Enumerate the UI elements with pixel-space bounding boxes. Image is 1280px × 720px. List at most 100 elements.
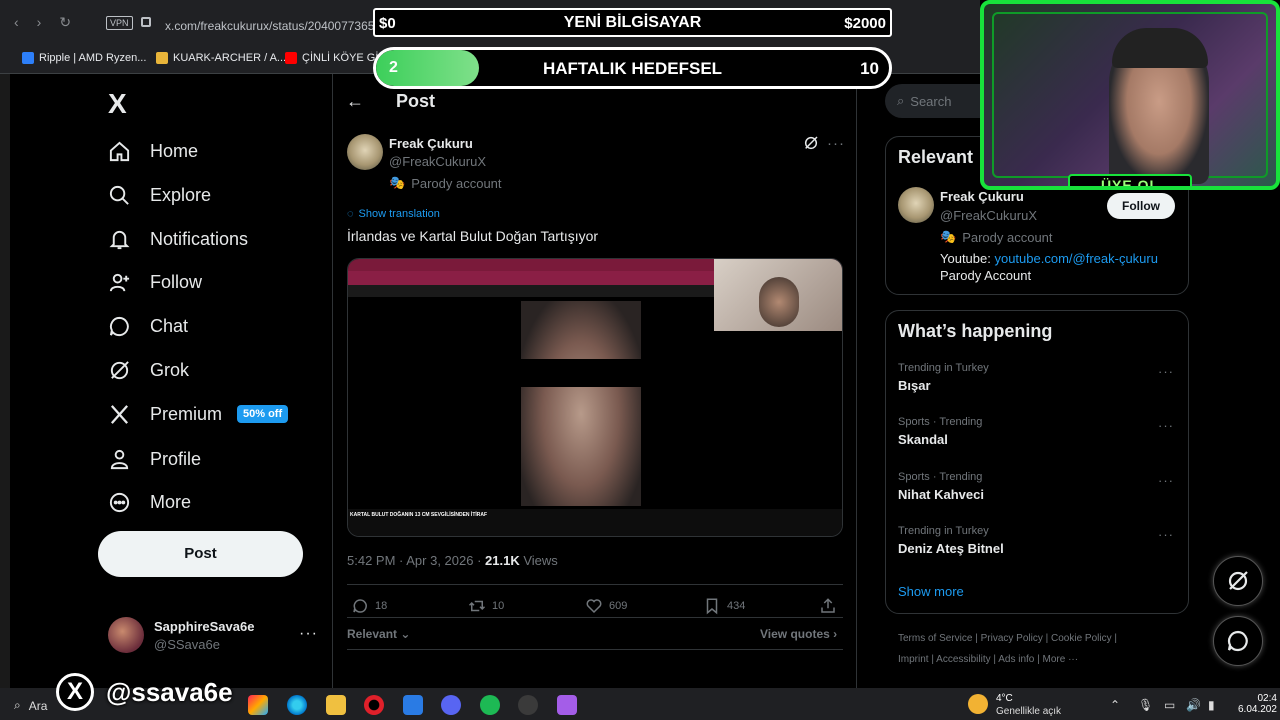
relevant-name[interactable]: Freak Çukuru [940,189,1024,204]
account-more-icon[interactable]: ··· [299,625,318,643]
streamer-watermark: X @ssava6e [56,673,233,711]
view-quotes-link[interactable]: View quotes › [760,627,837,641]
discord-icon[interactable] [441,695,461,715]
footer-links[interactable]: Terms of Service | Privacy Policy | Cook… [898,633,1117,644]
author-avatar[interactable] [347,134,383,170]
post-button[interactable]: Post [98,531,303,577]
lock-icon[interactable] [141,17,151,27]
trend-item[interactable]: Trending in Turkey Bışar [898,362,989,393]
trend-more-icon[interactable]: ··· [1158,418,1174,433]
webcam-overlay: ÜYE OL [980,0,1280,190]
footer-links[interactable]: Imprint | Accessibility | Ads info | Mor… [898,654,1078,665]
reply-icon [353,599,367,613]
parody-label: 🎭 Parody account [940,229,1053,245]
views-count: 21.1K [485,553,520,568]
app-icon[interactable] [557,695,577,715]
more-circle-icon [109,492,130,512]
media-toolbar [348,285,714,297]
bookmark-item[interactable]: Ripple | AMD Ryzen... [22,52,146,64]
chat-icon [109,316,129,336]
trend-more-icon[interactable]: ··· [1158,527,1174,542]
back-icon[interactable]: ‹ [14,14,19,31]
trend-more-icon[interactable]: ··· [1158,473,1174,488]
nav-explore[interactable]: Explore [108,182,211,208]
back-arrow-icon[interactable]: ← [346,91,364,112]
display-icon[interactable]: ▭ [1164,698,1175,712]
share-icon [821,598,835,613]
mail-icon[interactable] [403,695,423,715]
opera-icon[interactable] [364,695,384,715]
mic-icon[interactable]: 🎙 [1138,698,1153,712]
show-translation-link[interactable]: ◌ Show translation [347,208,440,220]
relevant-people-title: Relevant [898,147,974,167]
like-button[interactable]: 609 [585,597,627,615]
nav-grok[interactable]: Grok [108,357,189,383]
share-button[interactable] [819,597,837,615]
repost-button[interactable]: 10 [468,597,504,615]
x-logo[interactable]: X [108,88,127,120]
vpn-badge[interactable]: VPN [106,16,133,30]
weather-icon[interactable] [968,694,988,714]
volume-icon[interactable]: 🔊 [1186,698,1201,712]
author-handle[interactable]: @FreakCukuruX [389,154,486,169]
avatar [108,617,144,653]
bio-link[interactable]: youtube.com/@freak-çukuru [994,251,1158,266]
home-icon [109,141,130,161]
search-icon: ⌕ [14,698,21,712]
goal-target: $2000 [844,15,886,32]
search-input[interactable]: ⌕ Search [885,84,985,118]
whats-happening-card [885,310,1189,614]
trend-item[interactable]: Trending in Turkey Deniz Ateş Bitnel [898,525,1004,556]
reply-sort-dropdown[interactable]: Relevant ⌄ [347,627,410,641]
nav-chat[interactable]: Chat [108,313,188,339]
trend-item[interactable]: Sports · Trending Skandal [898,416,982,447]
media-webcam [714,259,842,331]
taskbar-search[interactable]: ⌕ Ara [14,698,47,713]
trend-more-icon[interactable]: ··· [1158,364,1174,379]
nav-notifications[interactable]: Notifications [108,226,248,252]
edge-icon[interactable] [287,695,307,715]
post-media[interactable]: KARTAL BULUT DOĞANIN 13 CM SEVGİLİSİNDEN… [347,258,843,537]
nav-home[interactable]: Home [108,138,198,164]
grok-icon[interactable] [803,135,819,151]
nav-premium[interactable]: Premium 50% off [108,401,289,427]
search-icon [109,185,129,205]
account-switcher[interactable]: SapphireSava6e @SSava6e [108,617,254,653]
obs-icon[interactable] [518,695,538,715]
chat-icon [1227,630,1248,652]
reply-button[interactable]: 18 [351,597,387,615]
nav-more[interactable]: More [108,489,191,515]
battery-icon[interactable]: ▮ [1208,698,1215,712]
nav-profile[interactable]: Profile [108,446,201,472]
spotify-icon[interactable] [480,695,500,715]
relevant-handle[interactable]: @FreakCukuruX [940,208,1037,223]
weekly-target: 10 [860,59,879,78]
x-icon [110,404,129,424]
follow-button[interactable]: Follow [1107,193,1175,219]
reload-icon[interactable]: ↻ [59,14,71,31]
post-timestamp: 5:42 PM · Apr 3, 2026 · [347,553,486,568]
repost-icon [468,600,486,612]
premium-discount-badge: 50% off [237,405,289,423]
post-more-icon[interactable]: ··· [827,135,845,152]
clock-date: 6.04.202 [1238,704,1277,715]
nav-follow[interactable]: Follow [108,269,202,295]
avatar[interactable] [898,187,934,223]
trend-item[interactable]: Sports · Trending Nihat Kahveci [898,471,984,502]
author-name[interactable]: Freak Çukuru [389,136,473,151]
tray-chevron-icon[interactable]: ⌃ [1110,698,1120,712]
bookmark-item[interactable]: KUARK-ARCHER / A... [156,52,286,64]
grok-icon [1228,571,1248,591]
views-label: Views [519,553,558,568]
clock[interactable]: 02:4 6.04.202 [1238,693,1277,715]
grok-fab[interactable] [1213,556,1263,606]
bookmark-button[interactable]: 434 [703,597,745,615]
messages-fab[interactable] [1213,616,1263,666]
account-handle: @SSava6e [154,636,220,652]
show-more-link[interactable]: Show more [898,584,964,599]
forward-icon[interactable]: › [37,14,42,31]
copilot-icon[interactable] [248,695,268,715]
translate-icon: ◌ [347,208,354,220]
folder-icon[interactable] [326,695,346,715]
media-censor-bar [521,359,641,387]
